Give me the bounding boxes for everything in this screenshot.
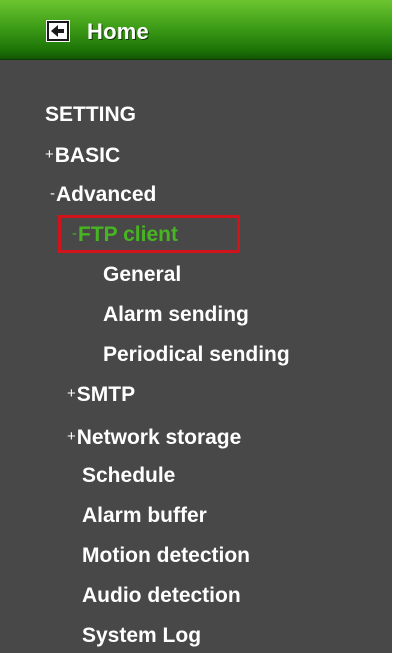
menu-smtp-label: SMTP bbox=[76, 383, 136, 406]
home-link[interactable]: Home bbox=[87, 19, 149, 45]
menu-ftp-periodical-sending[interactable]: Periodical sending bbox=[103, 342, 290, 368]
menu-ftp-client-label: FTP client bbox=[78, 223, 178, 246]
menu-motion-detection[interactable]: Motion detection bbox=[82, 543, 250, 569]
menu-ftp-general[interactable]: General bbox=[103, 262, 181, 288]
menu-smtp[interactable]: +SMTP bbox=[67, 381, 135, 408]
menu-system-log[interactable]: System Log bbox=[82, 623, 201, 649]
collapse-minus-icon: - bbox=[50, 185, 55, 202]
home-header: Home bbox=[0, 0, 392, 60]
menu-basic[interactable]: +BASIC bbox=[45, 142, 120, 169]
expand-plus-icon: + bbox=[45, 146, 54, 163]
expand-plus-icon: + bbox=[67, 428, 76, 445]
menu-alarm-buffer[interactable]: Alarm buffer bbox=[82, 503, 207, 529]
menu-advanced[interactable]: -Advanced bbox=[50, 181, 156, 208]
menu-audio-detection[interactable]: Audio detection bbox=[82, 583, 241, 609]
back-arrow-icon[interactable] bbox=[46, 20, 70, 42]
settings-sidebar: Home SETTING +BASIC -Advanced -FTP clien… bbox=[0, 0, 396, 653]
menu-network-storage[interactable]: +Network storage bbox=[67, 424, 241, 451]
expand-plus-icon: + bbox=[67, 385, 76, 402]
menu-advanced-label: Advanced bbox=[56, 183, 157, 206]
menu-ftp-alarm-sending[interactable]: Alarm sending bbox=[103, 302, 249, 328]
setting-heading: SETTING bbox=[45, 103, 137, 126]
menu-schedule[interactable]: Schedule bbox=[82, 463, 175, 489]
menu-ftp-client[interactable]: -FTP client bbox=[72, 221, 178, 248]
menu-network-storage-label: Network storage bbox=[76, 426, 242, 449]
menu-basic-label: BASIC bbox=[54, 144, 121, 167]
collapse-minus-icon: - bbox=[72, 225, 77, 242]
